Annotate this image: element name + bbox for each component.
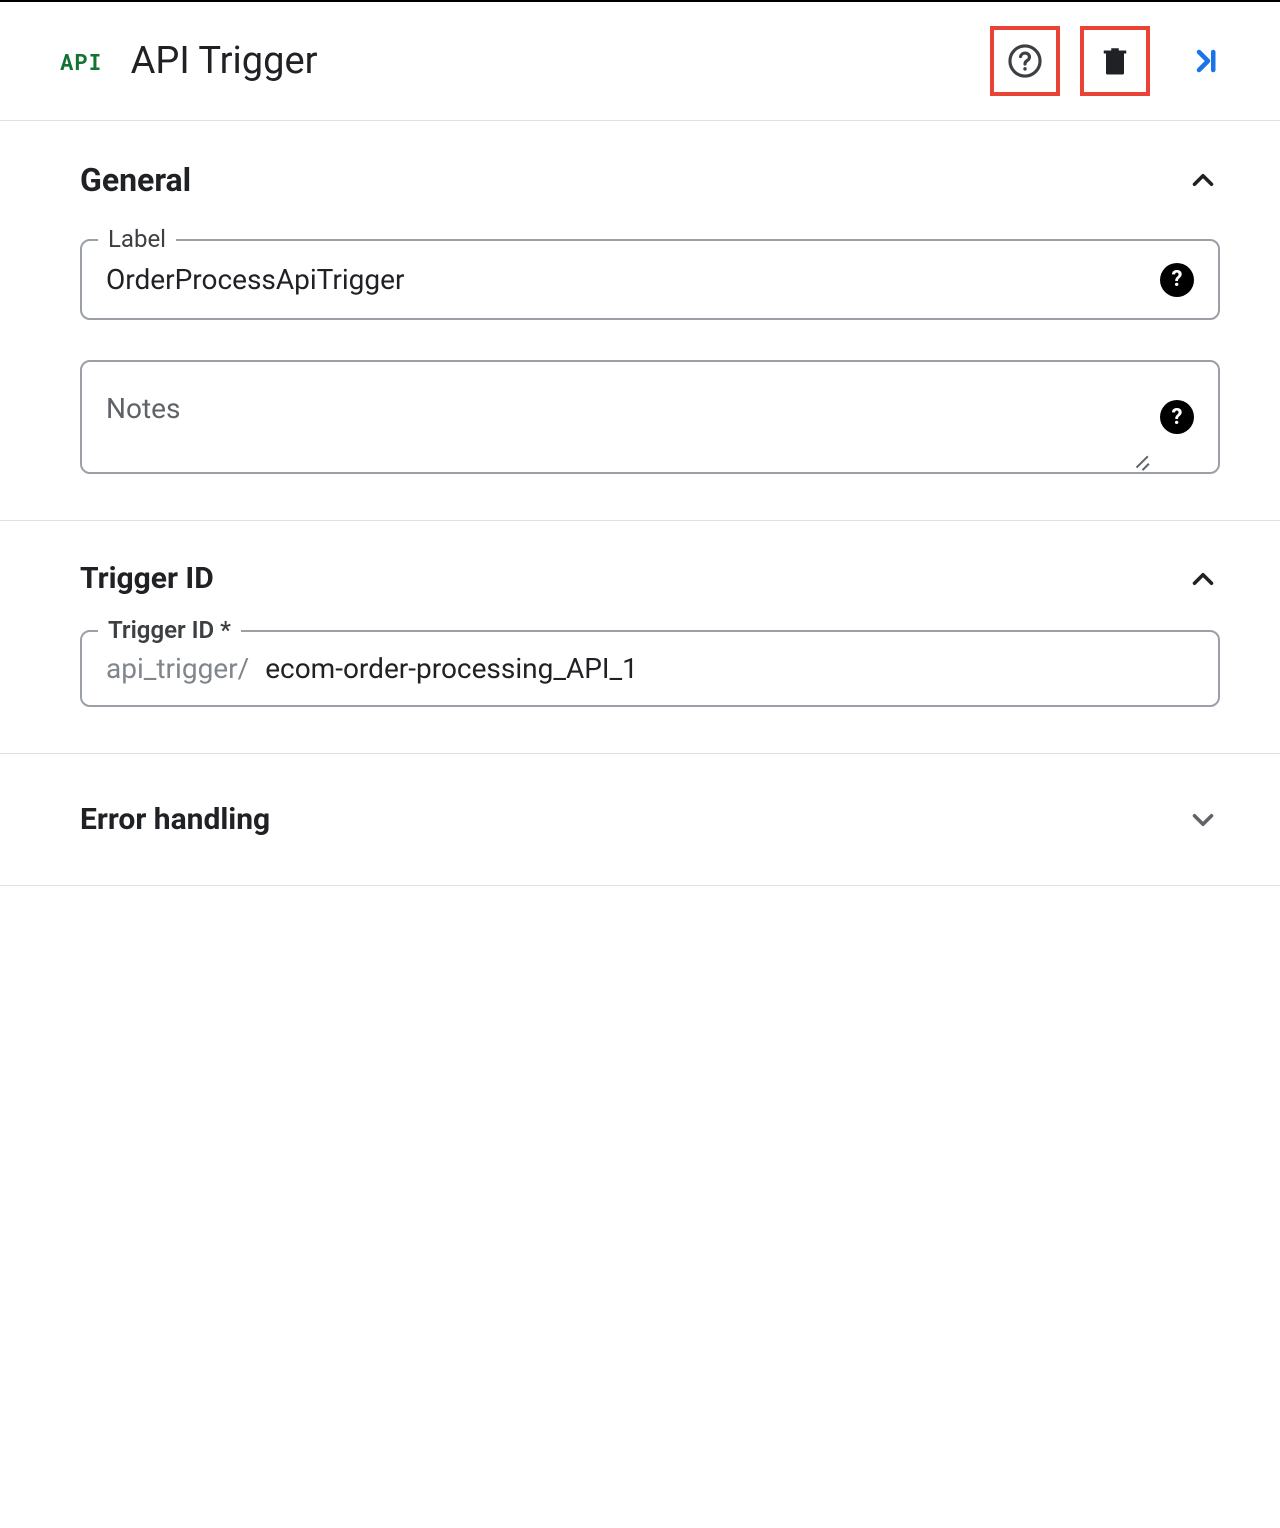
question-icon: ? <box>1172 267 1183 292</box>
api-trigger-panel: API API Trigger <box>0 0 1280 886</box>
section-general-toggle[interactable]: General <box>80 161 1220 199</box>
chevron-up-icon <box>1186 562 1220 596</box>
label-input[interactable] <box>106 241 1150 318</box>
header-actions <box>990 26 1240 96</box>
trash-icon <box>1097 43 1133 79</box>
notes-help-button[interactable]: ? <box>1160 400 1194 434</box>
trigger-id-legend: Trigger ID * <box>98 616 241 644</box>
notes-field-box: ? <box>80 360 1220 474</box>
trigger-id-box[interactable]: api_trigger/ ecom-order-processing_API_1 <box>80 630 1220 707</box>
question-icon: ? <box>1172 405 1183 430</box>
panel-header: API API Trigger <box>0 2 1280 121</box>
help-button[interactable] <box>990 26 1060 96</box>
label-field-box: ? <box>80 239 1220 320</box>
delete-button[interactable] <box>1080 26 1150 96</box>
label-field-legend: Label <box>98 225 176 253</box>
section-general: General Label ? <box>0 121 1280 521</box>
help-circle-icon <box>1006 42 1044 80</box>
label-field: Label ? <box>80 239 1220 320</box>
section-trigger-id: Trigger ID Trigger ID * api_trigger/ eco… <box>0 521 1280 754</box>
section-trigger-id-toggle[interactable]: Trigger ID <box>80 561 1220 596</box>
section-title: General <box>80 161 191 199</box>
trigger-id-value: ecom-order-processing_API_1 <box>265 632 1194 705</box>
notes-textarea[interactable] <box>106 362 1150 472</box>
notes-field: ? <box>80 360 1220 474</box>
label-help-button[interactable]: ? <box>1160 263 1194 297</box>
section-title: Error handling <box>80 802 270 837</box>
chevron-up-icon <box>1186 163 1220 197</box>
api-badge: API <box>60 47 103 76</box>
section-title: Trigger ID <box>80 561 214 596</box>
panel-title: API Trigger <box>131 39 990 83</box>
section-error-handling-toggle[interactable]: Error handling <box>80 802 1220 837</box>
trigger-id-field: Trigger ID * api_trigger/ ecom-order-pro… <box>80 630 1220 707</box>
chevron-down-icon <box>1186 803 1220 837</box>
collapse-right-icon <box>1187 43 1223 79</box>
section-error-handling: Error handling <box>0 754 1280 886</box>
collapse-panel-button[interactable] <box>1170 26 1240 96</box>
